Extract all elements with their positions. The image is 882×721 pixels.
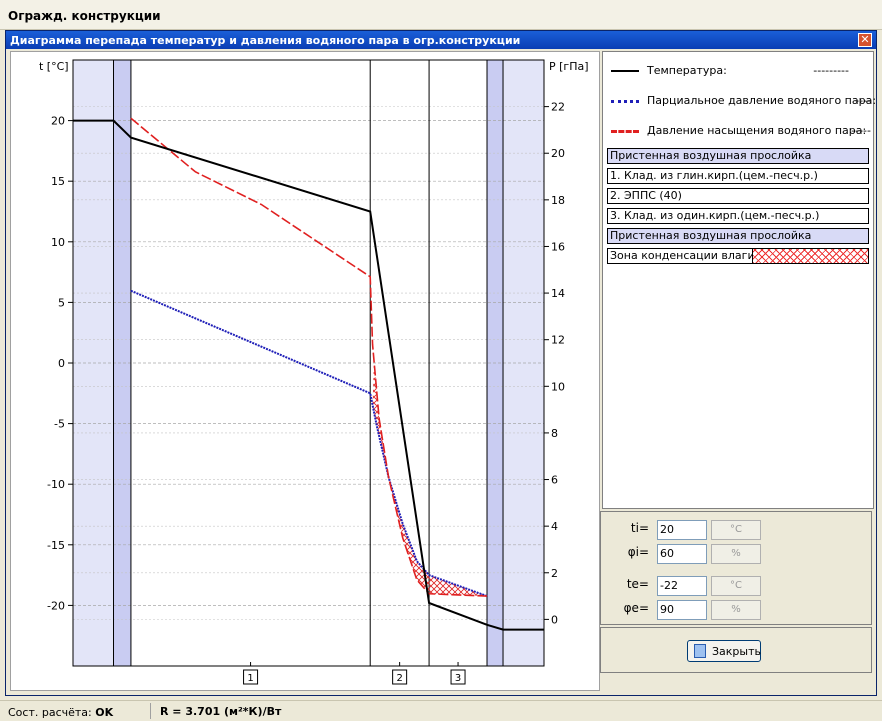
resistance-readout: R = 3.701 (м²*К)/Вт (160, 705, 282, 718)
right-tick-label: 14 (551, 287, 565, 300)
condensation-hatch-swatch (752, 249, 868, 263)
layer-number-label: 1 (247, 673, 253, 684)
condensation-zone (372, 360, 488, 597)
phii-label: φi= (627, 545, 649, 559)
right-tick-label: 22 (551, 101, 565, 114)
right-tick-label: 2 (551, 567, 558, 580)
temperature-pressure-chart: t [°C] P [гПа]20151050-5-10-15-2022201816… (39, 59, 589, 685)
right-tick-label: 4 (551, 520, 558, 533)
params-panel: ti= 20 °C φi= 60 % te= -22 °C φe= 90 % (600, 511, 872, 625)
chart-panel: t [°C] P [гПа] 20 15 10 5 0 -5 -10 -15 -20 22 20 18 16… (10, 51, 600, 691)
phii-unit: % (711, 544, 761, 564)
right-tick-label: 12 (551, 334, 565, 347)
legend-swatch (611, 100, 639, 103)
layer-number-label: 2 (396, 673, 402, 684)
legend-value: --------- (813, 64, 849, 77)
right-tick-label: 10 (551, 380, 565, 393)
calc-status: Сост. расчёта: OK (8, 706, 113, 719)
legend-panel: Температура: --------- Парциальное давле… (602, 51, 876, 509)
legend-item-temperature: Температура: --------- (611, 64, 871, 78)
left-tick-label: 5 (58, 296, 65, 309)
ti-unit: °C (711, 520, 761, 540)
right-tick-label: 8 (551, 427, 558, 440)
legend-label: Давление насыщения водяного пара: (647, 124, 867, 137)
dialog-title: Диаграмма перепада температур и давления… (10, 34, 521, 47)
close-button[interactable]: Закрыть (687, 640, 761, 662)
status-divider (150, 703, 151, 719)
ti-label: ti= (630, 521, 649, 535)
window-title-bar: Огражд. конструкции (0, 0, 882, 30)
dialog-title-bar[interactable]: Диаграмма перепада температур и давления… (6, 31, 876, 49)
legend-value: ----- (851, 124, 871, 137)
calc-status-value: OK (95, 706, 114, 719)
partial-pressure-line (130, 289, 488, 598)
legend-item-partial-pressure: Парциальное давление водяного пара: ---- (611, 94, 876, 108)
window-title: Огражд. конструкции (8, 9, 161, 23)
legend-label: Температура: (647, 64, 727, 77)
legend-item-saturation-pressure: Давление насыщения водяного пара: ----- (611, 124, 871, 138)
temperature-line (73, 119, 544, 631)
te-unit: °C (711, 576, 761, 596)
right-tick-label: 20 (551, 147, 565, 160)
phie-label: φe= (623, 601, 649, 615)
close-icon[interactable]: ✕ (858, 33, 872, 47)
condensation-zone-legend: Зона конденсации влаги -> (607, 248, 869, 264)
left-tick-label: -15 (47, 539, 65, 552)
right-tick-label: 18 (551, 194, 565, 207)
legend-label: Парциальное давление водяного пара: (647, 94, 877, 107)
te-input[interactable]: -22 (657, 576, 707, 596)
diagram-dialog: Диаграмма перепада температур и давления… (5, 30, 877, 696)
layer-item-air-inner[interactable]: Пристенная воздушная прослойка (607, 148, 869, 164)
left-axis-title: t [°C] (39, 60, 69, 73)
left-tick-label: 20 (51, 115, 65, 128)
legend-swatch (611, 70, 639, 72)
left-tick-label: -20 (47, 599, 65, 612)
right-tick-label: 6 (551, 474, 558, 487)
legend-swatch (611, 130, 639, 133)
layer-item-3[interactable]: 3. Клад. из один.кирп.(цем.-песч.р.) (607, 208, 869, 224)
right-tick-label: 16 (551, 240, 565, 253)
door-icon (694, 644, 706, 658)
left-tick-label: -10 (47, 478, 65, 491)
right-axis-title: P [гПа] (549, 60, 589, 73)
saturation-pressure-line (130, 117, 488, 597)
phii-input[interactable]: 60 (657, 544, 707, 564)
close-button-label: Закрыть (712, 645, 761, 658)
condensation-label: Зона конденсации влаги -> (610, 249, 772, 262)
layer-item-1[interactable]: 1. Клад. из глин.кирп.(цем.-песч.р.) (607, 168, 869, 184)
status-bar: Сост. расчёта: OK R = 3.701 (м²*К)/Вт (0, 700, 882, 721)
layer-number-label: 3 (455, 673, 461, 684)
legend-value: ---- (855, 94, 871, 107)
layer-item-2[interactable]: 2. ЭППС (40) (607, 188, 869, 204)
right-tick-label: 0 (551, 613, 558, 626)
left-tick-label: 10 (51, 236, 65, 249)
ti-input[interactable]: 20 (657, 520, 707, 540)
phie-unit: % (711, 600, 761, 620)
te-label: te= (626, 577, 649, 591)
phie-input[interactable]: 90 (657, 600, 707, 620)
left-tick-label: 15 (51, 175, 65, 188)
layer-item-air-outer[interactable]: Пристенная воздушная прослойка (607, 228, 869, 244)
left-tick-label: -5 (54, 418, 65, 431)
button-panel: Закрыть (600, 627, 872, 673)
calc-status-label: Сост. расчёта: (8, 706, 92, 719)
left-tick-label: 0 (58, 357, 65, 370)
